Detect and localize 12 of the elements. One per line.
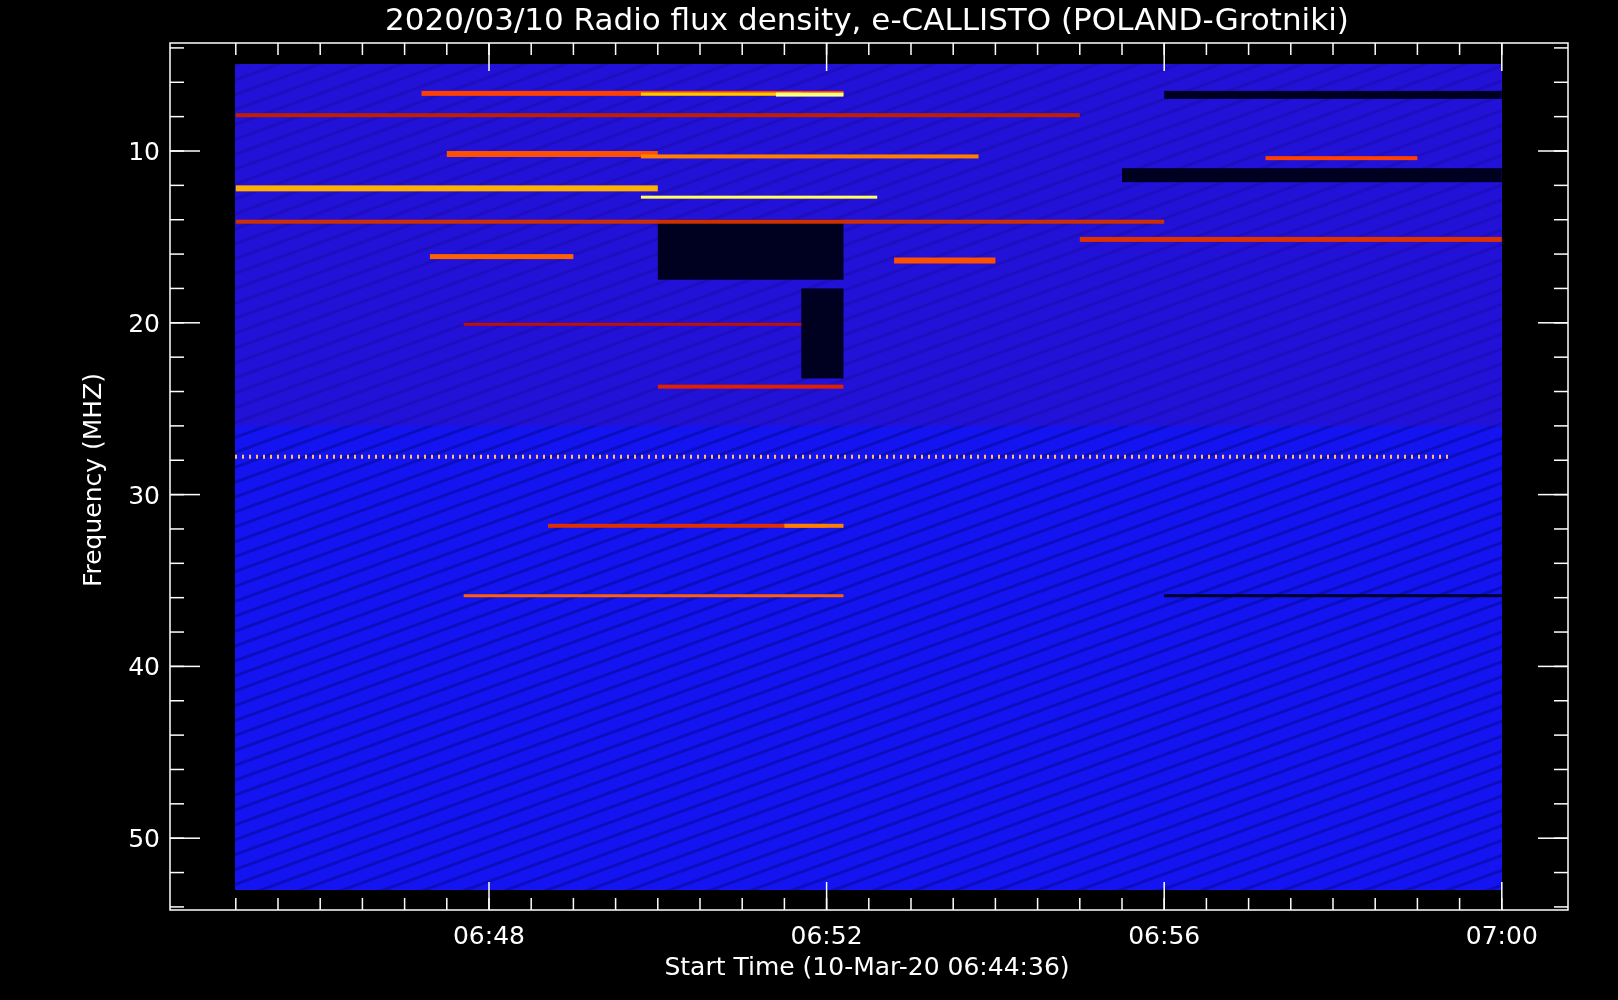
x-tick-label: 06:52 [790,921,863,950]
x-tick-label: 06:48 [453,921,525,950]
x-axis-label: Start Time (10-Mar-20 06:44:36) [664,952,1070,981]
chart-title: 2020/03/10 Radio flux density, e-CALLISTO (POLAND-Grotniki) [385,1,1349,37]
y-tick-label: 30 [128,480,160,510]
y-tick-label: 20 [128,308,160,338]
y-tick-label: 40 [128,652,160,682]
x-tick-label: 06:56 [1128,921,1201,950]
x-tick-label: 07:00 [1465,921,1538,950]
y-axis-label: Frequency (MHZ) [78,372,107,588]
y-tick-label: 10 [128,137,160,166]
y-tick-label: 50 [128,824,160,854]
